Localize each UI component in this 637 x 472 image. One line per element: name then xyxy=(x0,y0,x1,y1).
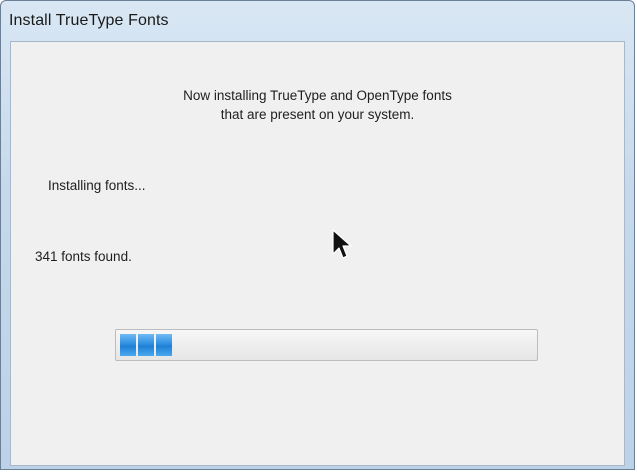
install-message: Now installing TrueType and OpenType fon… xyxy=(11,86,624,124)
status-text: Installing fonts... xyxy=(48,178,146,193)
install-fonts-dialog: Install TrueType Fonts Now installing Tr… xyxy=(0,0,635,470)
progress-chunk xyxy=(138,334,154,356)
window-title: Install TrueType Fonts xyxy=(9,12,169,29)
progress-track xyxy=(118,332,535,358)
progress-bar xyxy=(115,329,538,361)
dialog-body: Now installing TrueType and OpenType fon… xyxy=(10,41,625,466)
progress-chunk xyxy=(156,334,172,356)
mouse-pointer-icon xyxy=(332,229,352,259)
progress-chunk xyxy=(120,334,136,356)
title-bar[interactable]: Install TrueType Fonts xyxy=(1,1,634,41)
fonts-found-count: 341 fonts found. xyxy=(35,249,132,264)
install-message-line-1: Now installing TrueType and OpenType fon… xyxy=(183,88,452,103)
progress-fill xyxy=(120,334,172,356)
install-message-line-2: that are present on your system. xyxy=(220,107,415,122)
